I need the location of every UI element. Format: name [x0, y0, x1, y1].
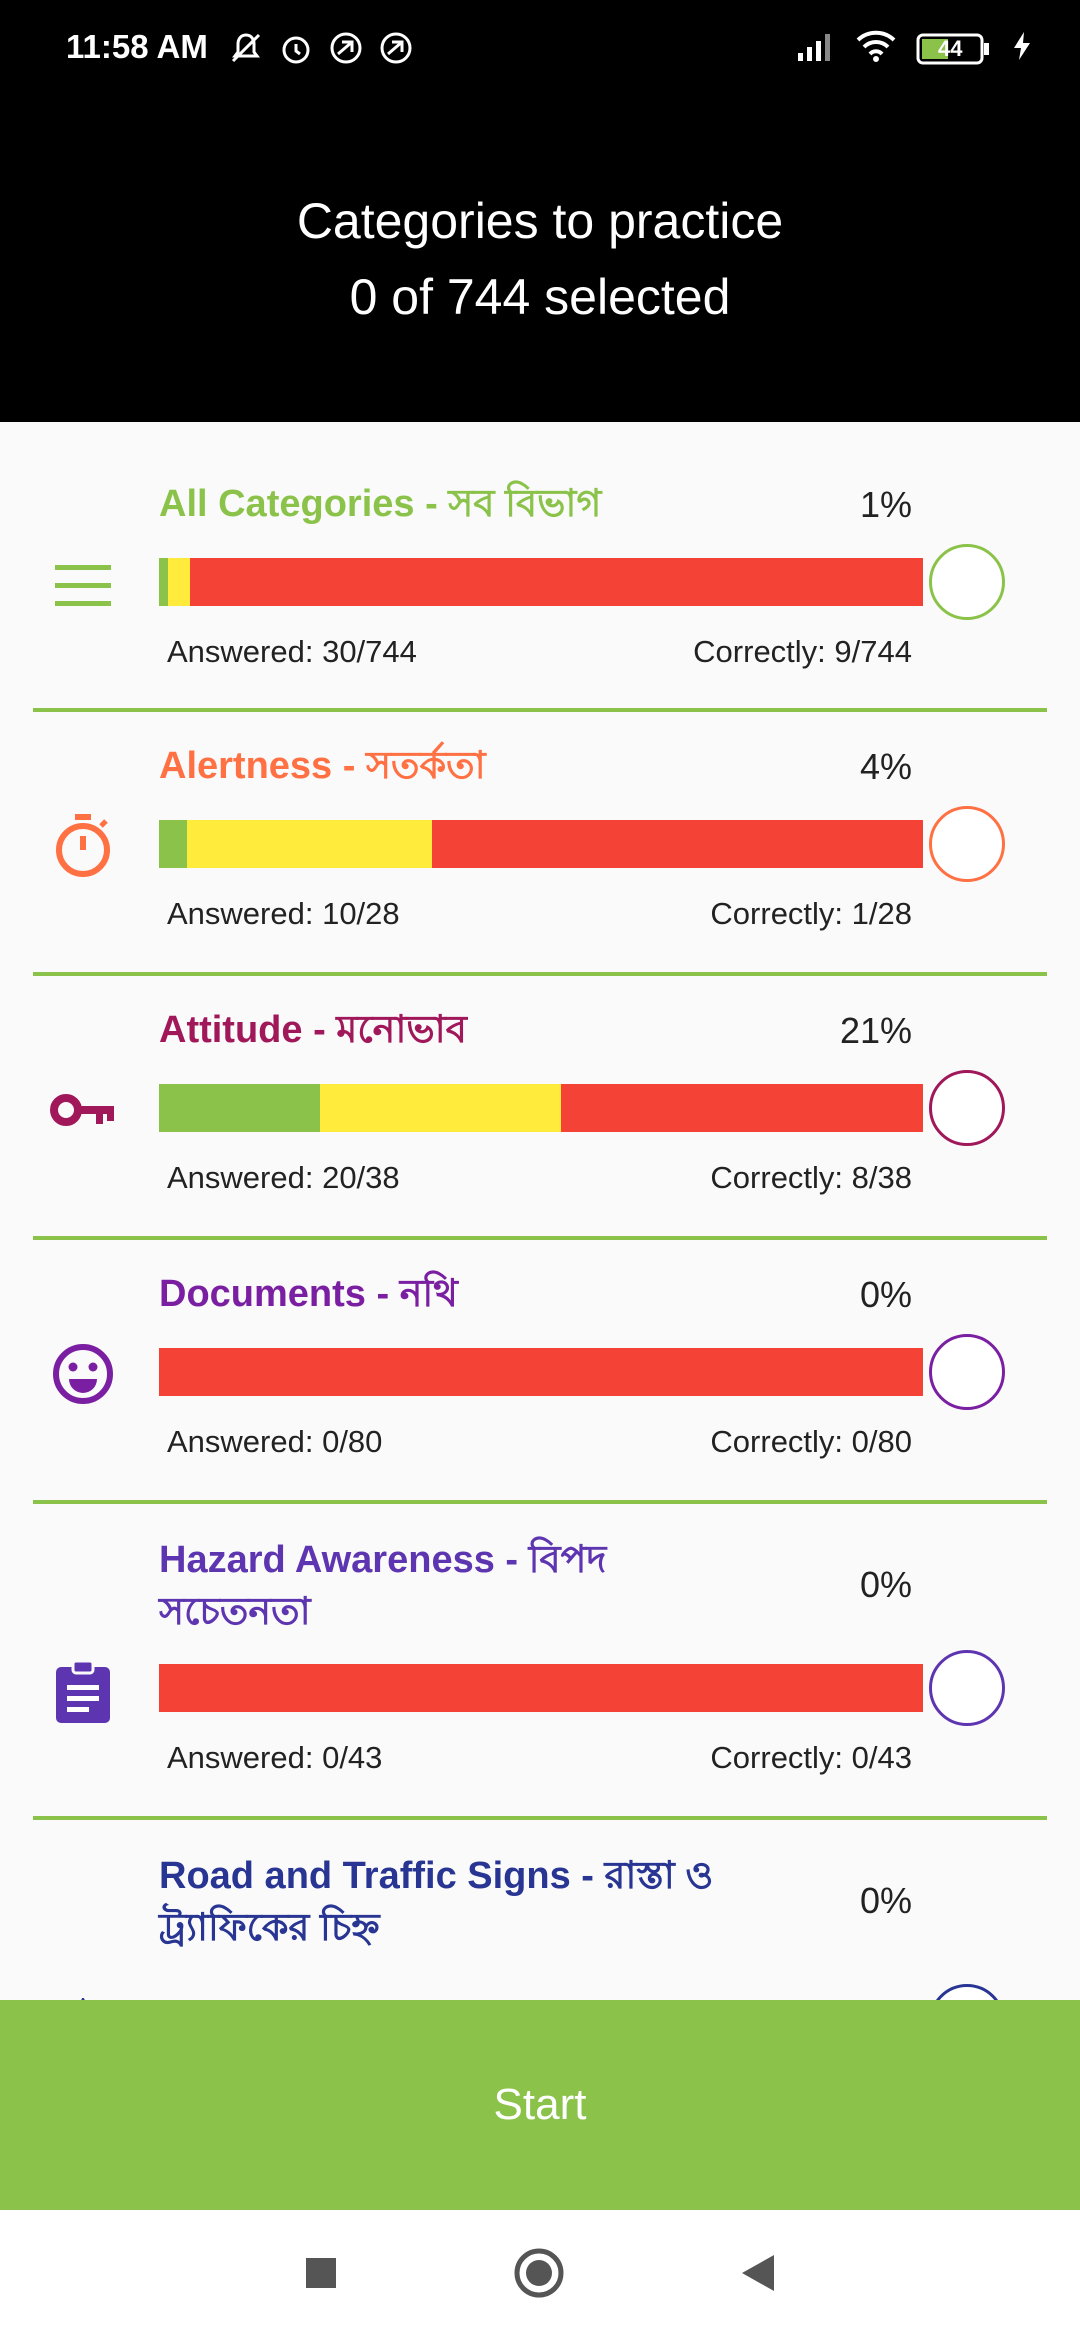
select-radio[interactable] — [929, 1650, 1005, 1726]
category-row-attitude[interactable]: Attitude - মনোভাব 21% Answered: 20/38 Co… — [33, 976, 1047, 1240]
category-row-road-signs[interactable]: Road and Traffic Signs - রাস্তা ও ট্র্যা… — [33, 1820, 1047, 2000]
category-percent: 0% — [859, 1274, 912, 1315]
progress-bar — [159, 820, 923, 868]
back-icon[interactable] — [740, 2253, 776, 2298]
progress-bar — [159, 1348, 923, 1396]
correct-count: Correctly: 9/744 — [693, 634, 912, 669]
progress-correct — [159, 820, 187, 868]
progress-unanswered — [159, 1348, 923, 1396]
muted-bell-icon — [228, 30, 264, 66]
answered-count: Answered: 20/38 — [167, 1160, 400, 1195]
select-radio[interactable] — [929, 1984, 1005, 2000]
stopwatch-icon — [43, 806, 123, 886]
key-icon — [43, 1070, 123, 1150]
progress-answered — [168, 558, 190, 606]
charging-icon — [1012, 30, 1032, 67]
system-nav-bar — [0, 2210, 1080, 2340]
correct-count: Correctly: 0/80 — [710, 1424, 912, 1459]
status-bar: 11:58 AM 44 — [0, 0, 1080, 100]
answered-count: Answered: 0/80 — [167, 1424, 383, 1459]
battery-icon: 44 — [916, 33, 992, 65]
answered-count: Answered: 0/43 — [167, 1740, 383, 1775]
select-radio[interactable] — [929, 544, 1005, 620]
page-title: Categories to practice — [296, 193, 784, 249]
select-radio[interactable] — [929, 1334, 1005, 1410]
progress-unanswered — [560, 1084, 923, 1132]
progress-unanswered — [159, 1664, 923, 1712]
progress-unanswered — [431, 820, 923, 868]
category-name: Documents - নথি — [159, 1273, 458, 1315]
answered-count: Answered: 30/744 — [167, 634, 417, 669]
progress-unanswered — [189, 558, 923, 606]
category-percent: 0% — [859, 1564, 912, 1605]
category-list[interactable]: All Categories - সব বিভাগ 1% Answered: 3… — [0, 422, 1080, 2000]
category-row-alertness[interactable]: Alertness - সতর্কতা 4% Answered: 10/28 C… — [33, 712, 1047, 976]
selection-count: 0 of 744 selected — [349, 269, 731, 325]
category-name: Hazard Awareness - বিপদ সচেতনতা — [159, 1539, 607, 1633]
select-radio[interactable] — [929, 1070, 1005, 1146]
recents-icon[interactable] — [304, 2256, 338, 2295]
category-percent: 1% — [859, 484, 912, 525]
category-name: Road and Traffic Signs - রাস্তা ও ট্র্যা… — [159, 1855, 714, 1949]
progress-answered — [186, 820, 432, 868]
answered-count: Answered: 10/28 — [167, 896, 400, 931]
category-row-hazard-awareness[interactable]: Hazard Awareness - বিপদ সচেতনতা 0% Answe… — [33, 1504, 1047, 1820]
battery-level: 44 — [938, 35, 963, 61]
progress-correct — [159, 558, 169, 606]
progress-answered — [320, 1084, 561, 1132]
correct-count: Correctly: 1/28 — [710, 896, 912, 931]
correct-count: Correctly: 0/43 — [710, 1740, 912, 1775]
list-icon — [43, 546, 123, 626]
correct-count: Correctly: 8/38 — [710, 1160, 912, 1195]
progress-bar — [159, 1084, 923, 1132]
category-row-documents[interactable]: Documents - নথি 0% Answered: 0/80 Correc… — [33, 1240, 1047, 1504]
sync-icon — [328, 30, 364, 66]
category-row-all[interactable]: All Categories - সব বিভাগ 1% Answered: 3… — [33, 422, 1047, 712]
category-percent: 0% — [859, 1880, 912, 1921]
category-name: Attitude - মনোভাব — [159, 1009, 467, 1051]
wifi-icon — [856, 30, 896, 67]
category-percent: 4% — [859, 746, 912, 787]
page-header: Categories to practice 0 of 744 selected — [0, 100, 1080, 422]
clipboard-icon — [43, 1652, 123, 1732]
alarm-icon — [278, 30, 314, 66]
sign-icon — [43, 1978, 123, 2000]
signal-icon — [796, 31, 836, 66]
sync-icon — [378, 30, 414, 66]
status-system-icons: 44 — [796, 30, 1032, 67]
select-radio[interactable] — [929, 806, 1005, 882]
start-button[interactable]: Start — [0, 2000, 1080, 2210]
category-name: Alertness - সতর্কতা — [159, 745, 486, 787]
progress-bar — [159, 558, 923, 606]
category-name: All Categories - সব বিভাগ — [159, 483, 602, 525]
home-icon[interactable] — [513, 2247, 565, 2304]
smiley-icon — [43, 1334, 123, 1414]
progress-correct — [159, 1084, 321, 1132]
category-percent: 21% — [839, 1010, 912, 1051]
status-time: 11:58 AM — [66, 28, 208, 65]
progress-bar — [159, 1664, 923, 1712]
status-notification-icons — [228, 30, 414, 66]
